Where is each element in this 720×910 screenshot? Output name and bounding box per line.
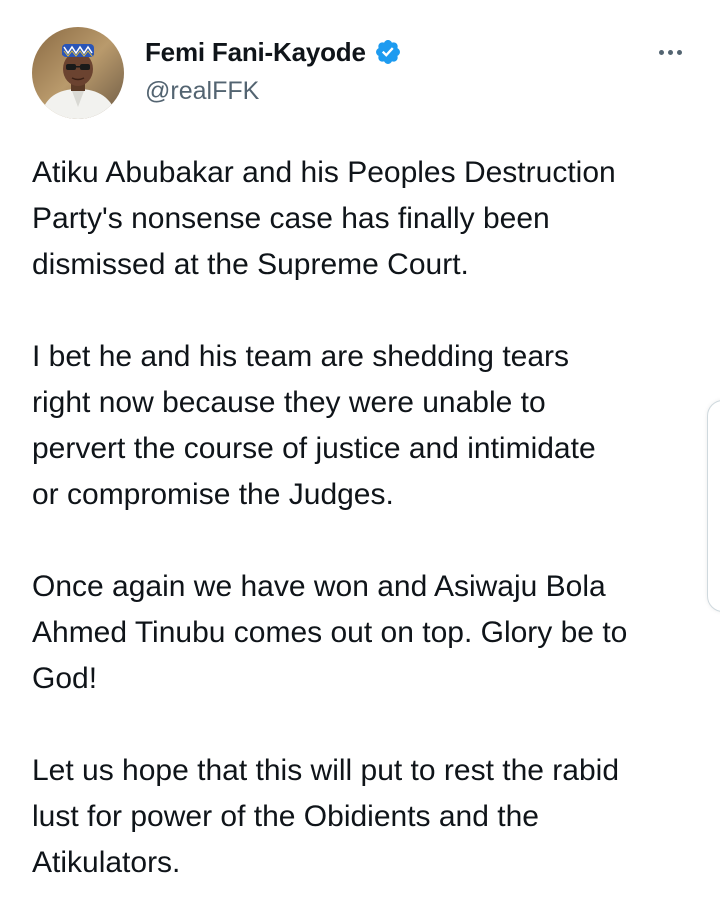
more-options-icon[interactable] xyxy=(650,36,690,68)
tweet-paragraph: Atiku Abubakar and his Peoples Destructi… xyxy=(32,156,616,281)
avatar-image xyxy=(32,27,124,119)
tweet-card: Femi Fani-Kayode @realFFK Atiku Abubakar… xyxy=(0,0,720,910)
author-avatar[interactable] xyxy=(32,27,124,119)
tweet-text: Atiku Abubakar and his Peoples Destructi… xyxy=(32,150,702,886)
tweet-paragraph: I bet he and his team are shedding tears… xyxy=(32,340,596,511)
more-dot xyxy=(676,49,682,55)
more-dot xyxy=(658,49,664,55)
author-display-name[interactable]: Femi Fani-Kayode xyxy=(145,36,366,68)
author-handle[interactable]: @realFFK xyxy=(145,76,259,106)
author-name-row: Femi Fani-Kayode xyxy=(145,36,402,68)
partial-side-card xyxy=(707,400,720,612)
verified-badge-icon[interactable] xyxy=(374,38,402,66)
tweet-paragraph: Let us hope that this will put to rest t… xyxy=(32,754,620,879)
more-dot xyxy=(667,49,673,55)
tweet-paragraph: Once again we have won and Asiwaju Bola … xyxy=(32,570,628,695)
